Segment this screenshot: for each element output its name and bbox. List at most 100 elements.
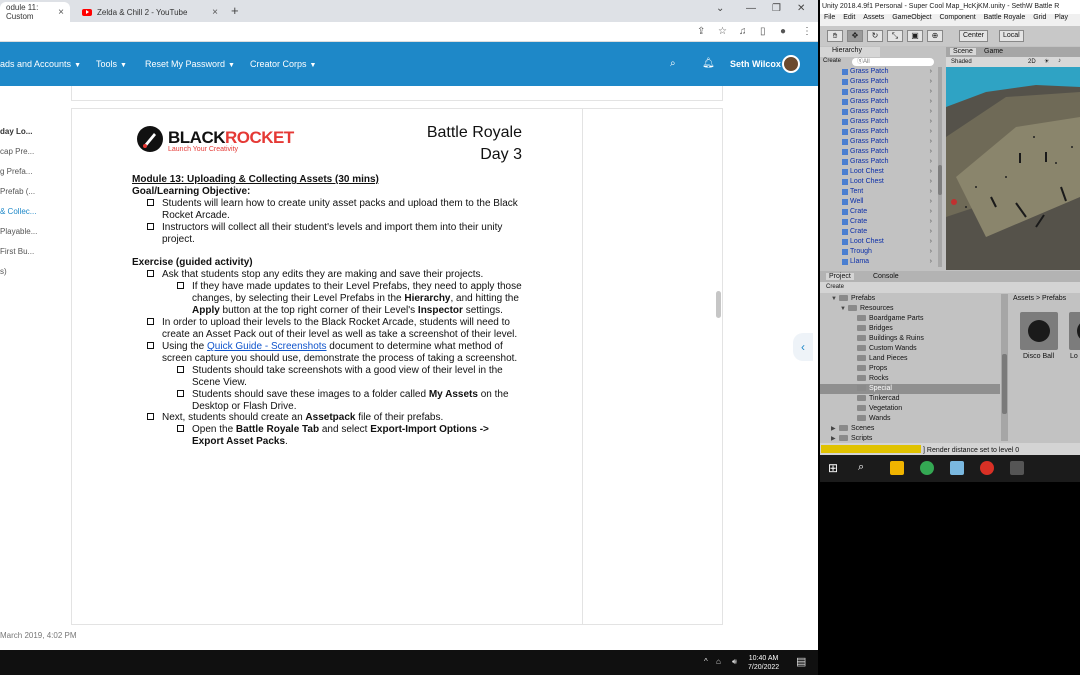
folder-item[interactable]: Wands (818, 414, 1000, 424)
menu-assets[interactable]: Assets (863, 14, 884, 21)
menu-grid[interactable]: Grid (1033, 14, 1046, 21)
nav-tools[interactable]: Tools ▼ (96, 59, 127, 69)
hierarchy-item[interactable]: Grass Patch › (820, 97, 940, 107)
folder-item[interactable]: Buildings & Ruins (818, 334, 1000, 344)
side-panel-icon[interactable]: ▯ (760, 26, 766, 37)
bell-icon[interactable]: 🔔︎ (702, 58, 715, 69)
hierarchy-item[interactable]: Grass Patch › (820, 117, 940, 127)
sidebar-item[interactable]: s) (0, 267, 7, 276)
hierarchy-item[interactable]: Grass Patch › (820, 127, 940, 137)
move-tool-icon[interactable]: ✥ (847, 30, 863, 42)
close-window-icon[interactable]: ✕ (797, 3, 805, 14)
asset-partial[interactable] (1069, 312, 1080, 350)
chevron-right-icon[interactable]: › (930, 107, 932, 117)
menu-file[interactable]: File (824, 14, 835, 21)
chevron-right-icon[interactable]: › (930, 97, 932, 107)
audio-icon[interactable]: ♪ (1058, 58, 1061, 64)
document-scrollbar[interactable] (716, 291, 721, 318)
hierarchy-search-input[interactable]: ⓠAll (852, 58, 934, 66)
network-icon[interactable]: ⌂ (716, 657, 721, 666)
search-icon[interactable]: ⌕ (858, 461, 864, 474)
hierarchy-item[interactable]: Grass Patch › (820, 157, 940, 167)
app-icon-red[interactable] (980, 461, 994, 475)
asset-disco-ball[interactable] (1020, 312, 1058, 350)
sidebar-item[interactable]: Prefab (... (0, 187, 35, 196)
menu-battle-royale[interactable]: Battle Royale (984, 14, 1026, 21)
folder-item[interactable]: Boardgame Parts (818, 314, 1000, 324)
folder-item[interactable]: Rocks (818, 374, 1000, 384)
hierarchy-item[interactable]: Grass Patch › (820, 107, 940, 117)
shading-dropdown[interactable]: Shaded (951, 59, 972, 65)
project-create-button[interactable]: Create (826, 284, 844, 290)
mode-2d-button[interactable]: 2D (1028, 59, 1036, 65)
collapse-arrow-icon[interactable]: ▶ (831, 424, 839, 434)
new-tab-button[interactable]: + (231, 3, 239, 18)
chevron-down-icon[interactable]: ⌄ (716, 3, 724, 14)
minimize-icon[interactable]: — (746, 3, 756, 14)
hierarchy-item[interactable]: Grass Patch › (820, 147, 940, 157)
app-icon[interactable] (950, 461, 964, 475)
hierarchy-create-button[interactable]: Create (823, 58, 841, 64)
close-icon[interactable]: × (58, 7, 64, 18)
share-icon[interactable]: ⇪ (697, 26, 705, 37)
menu-gameobject[interactable]: GameObject (892, 14, 931, 21)
folder-item[interactable]: ▼ Prefabs (818, 294, 1000, 304)
chevron-right-icon[interactable]: › (930, 67, 932, 77)
folder-item[interactable]: Vegetation (818, 404, 1000, 414)
folder-item[interactable]: ▶ Scenes (818, 424, 1000, 434)
nav-ads-and-accounts[interactable]: ads and Accounts ▼ (0, 59, 81, 69)
tab-game[interactable]: Game (984, 48, 1003, 55)
hierarchy-item[interactable]: Crate › (820, 207, 940, 217)
hierarchy-item[interactable]: Well › (820, 197, 940, 207)
hierarchy-item[interactable]: Grass Patch › (820, 137, 940, 147)
folder-item[interactable]: Bridges (818, 324, 1000, 334)
chevron-up-icon[interactable]: ^ (704, 657, 708, 666)
media-icon[interactable]: ♫ (739, 26, 747, 37)
hierarchy-scroll-thumb[interactable] (938, 165, 942, 195)
hierarchy-item[interactable]: Crate › (820, 217, 940, 227)
menu-icon[interactable]: ⋮ (802, 26, 812, 37)
chevron-right-icon[interactable]: › (930, 257, 932, 267)
hand-tool-icon[interactable]: ✋︎ (827, 30, 843, 42)
chevron-right-icon[interactable]: › (930, 207, 932, 217)
sidebar-item-active[interactable]: & Collec... (0, 207, 36, 216)
chevron-right-icon[interactable]: › (930, 77, 932, 87)
expand-arrow-icon[interactable]: ▼ (840, 304, 848, 314)
folder-item[interactable]: Custom Wands (818, 344, 1000, 354)
scene-viewport[interactable] (946, 67, 1080, 270)
user-name[interactable]: Seth Wilcox (730, 59, 781, 69)
folder-item[interactable]: Props (818, 364, 1000, 374)
transform-tool-icon[interactable]: ⊕ (927, 30, 943, 42)
collapse-arrow-icon[interactable]: ▶ (831, 434, 839, 441)
volume-icon[interactable]: 🔊︎ (732, 657, 737, 667)
chevron-right-icon[interactable]: › (930, 247, 932, 257)
chevron-right-icon[interactable]: › (930, 157, 932, 167)
profile-icon[interactable]: ● (780, 26, 786, 37)
tab-project[interactable]: Project (826, 273, 854, 280)
hierarchy-item[interactable]: Llama › (820, 257, 940, 267)
unity-icon[interactable] (1010, 461, 1024, 475)
sidebar-item[interactable]: day Lo... (0, 127, 32, 136)
nav-creator-corps[interactable]: Creator Corps ▼ (250, 59, 316, 69)
sidebar-item[interactable]: First Bu... (0, 247, 34, 256)
folder-item[interactable]: Special (818, 384, 1000, 394)
chevron-right-icon[interactable]: › (930, 217, 932, 227)
hierarchy-item[interactable]: Loot Chest › (820, 237, 940, 247)
close-icon[interactable]: × (212, 7, 218, 18)
chevron-right-icon[interactable]: › (930, 187, 932, 197)
folder-item[interactable]: ▼ Resources (818, 304, 1000, 314)
chevron-right-icon[interactable]: › (930, 117, 932, 127)
windows-start-icon[interactable]: ⊞ (828, 461, 838, 475)
hierarchy-tab[interactable]: Hierarchy (820, 47, 880, 57)
project-scroll-thumb[interactable] (1002, 354, 1007, 414)
notification-icon[interactable]: ▤ (796, 655, 806, 668)
rotate-tool-icon[interactable]: ↻ (867, 30, 883, 42)
folder-item[interactable]: Land Pieces (818, 354, 1000, 364)
menu-edit[interactable]: Edit (843, 14, 855, 21)
chevron-left-icon[interactable]: ‹ (793, 333, 813, 361)
lighting-icon[interactable]: ☀ (1044, 58, 1049, 65)
tab-module-11[interactable]: odule 11: Custom × (0, 2, 70, 22)
hierarchy-item[interactable]: Grass Patch › (820, 67, 940, 77)
chevron-right-icon[interactable]: › (930, 137, 932, 147)
chevron-right-icon[interactable]: › (930, 237, 932, 247)
